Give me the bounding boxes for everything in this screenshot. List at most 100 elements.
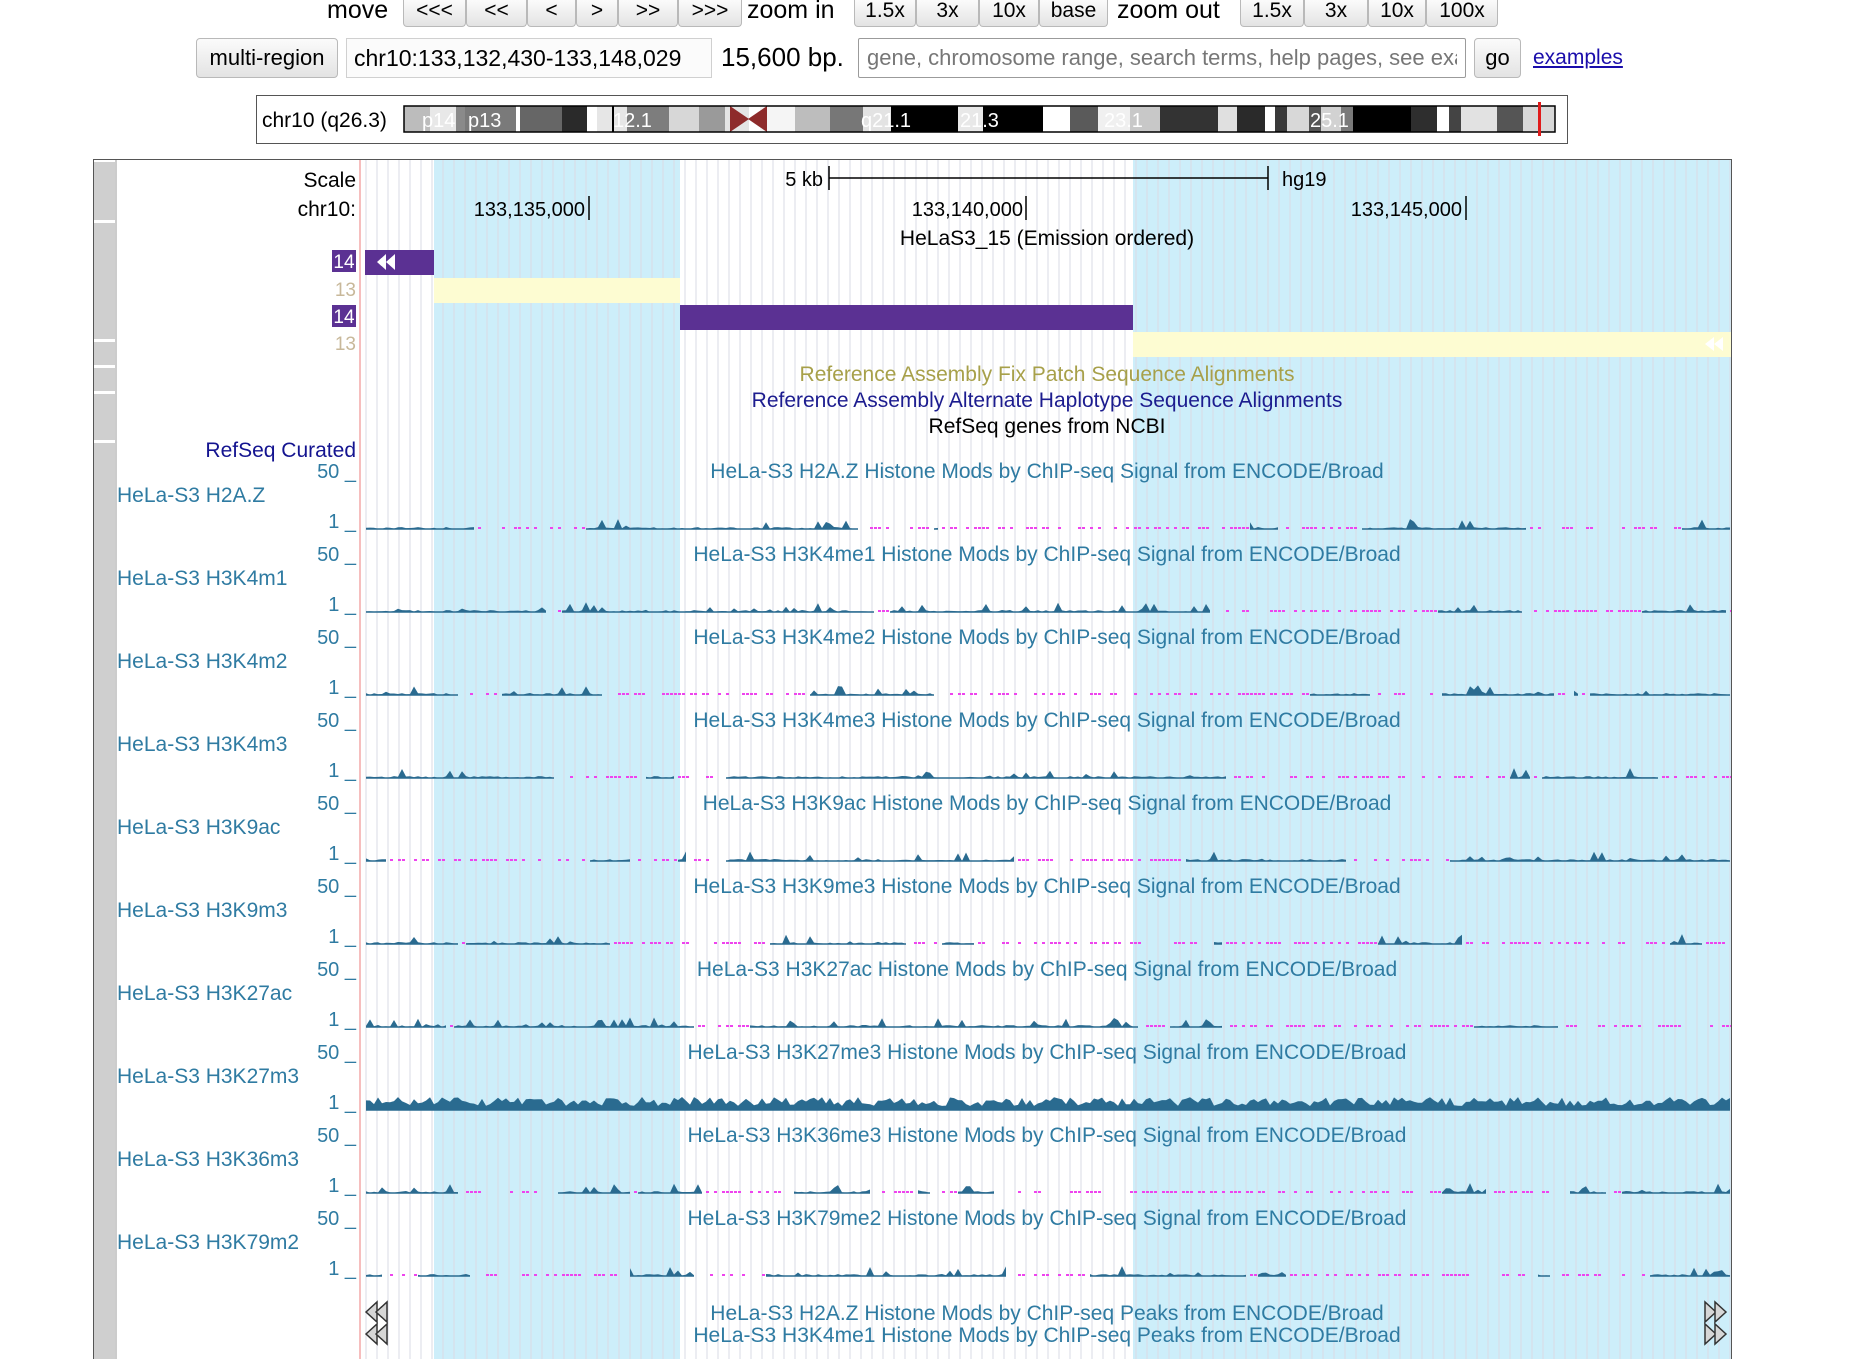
track-title: HeLa-S3 H3K4me3 Histone Mods by ChIP-seq…: [693, 709, 1400, 732]
track-title: HeLa-S3 H3K27me3 Histone Mods by ChIP-se…: [688, 1041, 1407, 1064]
ideogram-label: chr10 (q26.3): [262, 109, 387, 132]
track-min-label: 1 _: [328, 1009, 357, 1031]
track-title: HeLa-S3 H3K27ac Histone Mods by ChIP-seq…: [697, 958, 1397, 981]
chrom-label: chr10:: [298, 198, 356, 221]
track-min-label: 1 _: [328, 511, 357, 533]
band-label-25.1: 25.1: [1310, 110, 1349, 132]
state-14-block-1: [365, 250, 434, 275]
search-input[interactable]: [858, 38, 1466, 78]
track-max-label: 50 _: [317, 627, 357, 649]
state-label-14a: 14: [333, 252, 355, 273]
scale-label: Scale: [303, 169, 356, 192]
signal-area: [770, 934, 906, 944]
track-max-label: 50 _: [317, 544, 357, 566]
track-min-label: 1 _: [328, 1092, 357, 1114]
track-name-label[interactable]: HeLa-S3 H3K36m3: [117, 1148, 299, 1171]
track-min-label: 1 _: [328, 1175, 357, 1197]
track-max-label: 50 _: [317, 1208, 357, 1230]
examples-link[interactable]: examples: [1533, 46, 1623, 70]
zoom-out-10x-button[interactable]: 10x: [1368, 0, 1426, 27]
track-max-label: 50 _: [317, 461, 357, 483]
zoom-out-label: zoom out: [1117, 0, 1220, 24]
signal-area: [794, 1185, 870, 1193]
move-slight-left-button[interactable]: <: [527, 0, 576, 27]
band-label-21.3: 21.3: [960, 110, 999, 132]
move-right-button[interactable]: >>: [618, 0, 678, 27]
track-name-label[interactable]: HeLa-S3 H3K9m3: [117, 899, 287, 922]
track-title: HeLa-S3 H3K4me1 Histone Mods by ChIP-seq…: [693, 543, 1400, 566]
track-title: HeLa-S3 H3K9me3 Histone Mods by ChIP-seq…: [693, 875, 1400, 898]
cytoband-position-marker: [1538, 102, 1541, 136]
track-name-label[interactable]: HeLa-S3 H3K4m2: [117, 650, 287, 673]
zoom-in-3x-button[interactable]: 3x: [916, 0, 979, 27]
refseq-track-title: RefSeq genes from NCBI: [929, 415, 1166, 438]
move-left-button[interactable]: <<: [466, 0, 527, 27]
coord-133145000: 133,145,000: [1351, 199, 1462, 221]
track-max-label: 50 _: [317, 1125, 357, 1147]
band-label-q21.1: q21.1: [861, 110, 911, 132]
track-min-label: 1 _: [328, 760, 357, 782]
track-min-label: 1 _: [328, 926, 357, 948]
move-label: move: [327, 0, 389, 24]
band-label-p13: p13: [468, 110, 501, 132]
ideogram-svg: chr10 (q26.3) p14 p13 12.1 q21.1 21.3 23…: [262, 102, 1556, 136]
browser-tracks-svg: Scale chr10: 5 kb hg19 133,135,000 133,1…: [94, 160, 1731, 1359]
zoom-out-3x-button[interactable]: 3x: [1304, 0, 1368, 27]
track-max-label: 50 _: [317, 1042, 357, 1064]
position-display[interactable]: chr10:133,132,430-133,148,029: [346, 38, 712, 78]
band-label-23.1: 23.1: [1104, 110, 1143, 132]
signal-area: [958, 1186, 994, 1193]
move-far-left-button[interactable]: <<<: [403, 0, 466, 27]
go-button[interactable]: go: [1474, 38, 1521, 78]
coord-133135000: 133,135,000: [474, 199, 585, 221]
track-name-label[interactable]: HeLa-S3 H3K4m3: [117, 733, 287, 756]
genome-browser-image[interactable]: Scale chr10: 5 kb hg19 133,135,000 133,1…: [93, 159, 1732, 1359]
signal-area: [766, 1266, 1006, 1276]
state-label-13b: 13: [335, 334, 356, 355]
track-title: HeLa-S3 H2A.Z Histone Mods by ChIP-seq S…: [710, 460, 1383, 483]
zoom-in-label: zoom in: [747, 0, 835, 24]
track-side-buttons[interactable]: [94, 162, 115, 1359]
assembly-label: hg19: [1282, 169, 1327, 191]
move-far-right-button[interactable]: >>>: [678, 0, 742, 27]
zoom-in-10x-button[interactable]: 10x: [979, 0, 1039, 27]
zoom-in-1.5x-button[interactable]: 1.5x: [854, 0, 916, 27]
track-name-label[interactable]: HeLa-S3 H3K27ac: [117, 982, 292, 1005]
state-13-block-2: [1133, 332, 1731, 357]
multi-region-button[interactable]: multi-region: [196, 38, 338, 78]
state-label-14b: 14: [333, 307, 355, 328]
track-title: HeLa-S3 H3K36me3 Histone Mods by ChIP-se…: [688, 1124, 1407, 1147]
band-label-p14: p14: [422, 110, 455, 132]
chromosome-ideogram[interactable]: chr10 (q26.3) p14 p13 12.1 q21.1 21.3 23…: [256, 95, 1568, 144]
track-max-label: 50 _: [317, 793, 357, 815]
zoom-out-1.5x-button[interactable]: 1.5x: [1240, 0, 1304, 27]
state-14-block-2: [680, 305, 1133, 330]
track-name-label[interactable]: HeLa-S3 H3K27m3: [117, 1065, 299, 1088]
track-min-label: 1 _: [328, 594, 357, 616]
track-max-label: 50 _: [317, 876, 357, 898]
track-min-label: 1 _: [328, 843, 357, 865]
peaks-track-title-h3k4me1: HeLa-S3 H3K4me1 Histone Mods by ChIP-seq…: [693, 1324, 1400, 1347]
move-slight-right-button[interactable]: >: [576, 0, 618, 27]
track-max-label: 50 _: [317, 710, 357, 732]
state-13-block-1: [434, 278, 680, 303]
signal-area: [750, 1018, 1138, 1027]
track-name-label[interactable]: HeLa-S3 H3K4m1: [117, 567, 287, 590]
track-min-label: 1 _: [328, 1258, 357, 1280]
track-name-label[interactable]: HeLa-S3 H3K79m2: [117, 1231, 299, 1254]
track-min-label: 1 _: [328, 677, 357, 699]
band-label-12.1: 12.1: [613, 110, 652, 132]
zoom-base-button[interactable]: base: [1039, 0, 1108, 27]
zoom-out-100x-button[interactable]: 100x: [1426, 0, 1498, 27]
scale-bar-label: 5 kb: [785, 169, 823, 191]
track-title: HeLa-S3 H3K79me2 Histone Mods by ChIP-se…: [688, 1207, 1407, 1230]
state-label-13a: 13: [335, 280, 356, 301]
track-name-label[interactable]: HeLa-S3 H2A.Z: [117, 484, 265, 507]
peaks-track-title-h2az: HeLa-S3 H2A.Z Histone Mods by ChIP-seq P…: [710, 1302, 1383, 1325]
chromhmm-track-title: HeLaS3_15 (Emission ordered): [900, 227, 1194, 250]
track-name-label[interactable]: HeLa-S3 H3K9ac: [117, 816, 280, 839]
refseq-curated-label[interactable]: RefSeq Curated: [205, 439, 356, 462]
coord-133140000: 133,140,000: [912, 199, 1023, 221]
track-max-label: 50 _: [317, 959, 357, 981]
region-size: 15,600 bp.: [721, 42, 844, 72]
